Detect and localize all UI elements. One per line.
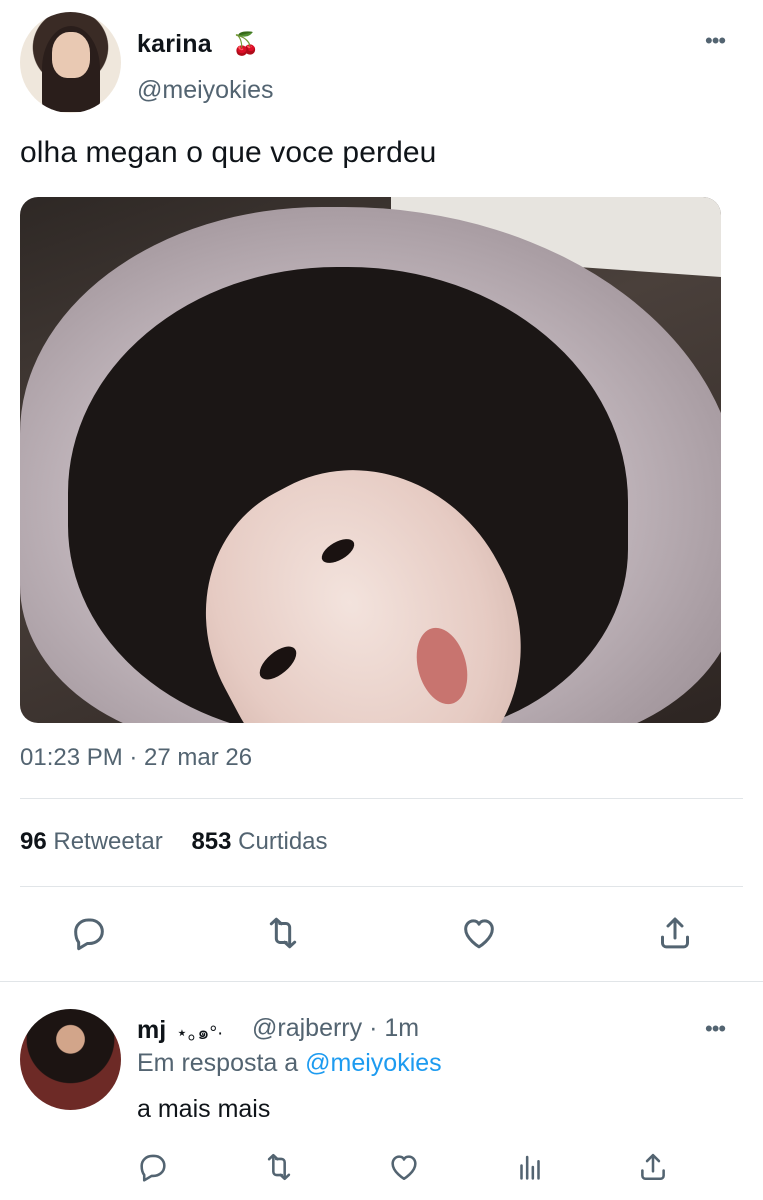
like-label[interactable]: Curtidas <box>238 828 327 855</box>
tweet-stats: 96 Retweetar 853 Curtidas <box>20 828 328 856</box>
reply-tweet[interactable]: mj ⋆｡๑°· @rajberry · 1m ••• Em resposta … <box>0 982 763 1200</box>
reply-button[interactable] <box>67 911 111 955</box>
tweet-photo[interactable] <box>20 197 721 723</box>
share-icon <box>641 1153 665 1181</box>
reply-author-avatar[interactable] <box>20 1009 121 1110</box>
tweet-text: olha megan o que voce perdeu <box>20 136 437 169</box>
more-options-icon[interactable]: ••• <box>705 28 726 54</box>
views-icon <box>520 1155 540 1180</box>
like-button[interactable] <box>457 911 501 955</box>
retweet-label[interactable]: Retweetar <box>53 828 162 855</box>
share-icon <box>661 917 689 949</box>
divider <box>20 886 743 887</box>
divider <box>20 798 743 799</box>
reply-context: Em resposta a @meiyokies <box>137 1049 442 1078</box>
reply-share-button[interactable] <box>631 1145 675 1189</box>
like-count[interactable]: 853 <box>191 828 231 855</box>
retweet-button[interactable] <box>261 911 305 955</box>
reply-like-button[interactable] <box>382 1145 426 1189</box>
author-handle[interactable]: @meiyokies <box>137 76 274 105</box>
retweet-count[interactable]: 96 <box>20 828 47 855</box>
author-avatar[interactable] <box>20 12 121 113</box>
retweet-icon <box>269 917 297 949</box>
reply-retweet-button[interactable] <box>257 1145 301 1189</box>
share-button[interactable] <box>653 911 697 955</box>
reply-views-button[interactable] <box>508 1145 552 1189</box>
retweet-icon <box>267 1153 291 1181</box>
reply-text: a mais mais <box>137 1095 271 1123</box>
reply-to-mention[interactable]: @meiyokies <box>305 1049 442 1077</box>
reply-icon <box>74 918 104 951</box>
reply-author-decoration: ⋆｡๑°· <box>176 1023 224 1044</box>
reply-reply-button[interactable] <box>131 1145 175 1189</box>
reply-author-name[interactable]: mj <box>137 1016 166 1045</box>
cherry-icon: 🍒 <box>232 31 260 56</box>
reply-handle-time[interactable]: @rajberry · 1m <box>252 1014 419 1043</box>
like-icon <box>391 1155 417 1181</box>
reply-to-prefix: Em resposta a <box>137 1049 299 1077</box>
reply-more-options-icon[interactable]: ••• <box>705 1016 726 1042</box>
author-name[interactable]: karina <box>137 30 212 59</box>
like-icon <box>464 919 494 949</box>
tweet-timestamp[interactable]: 01:23 PM · 27 mar 26 <box>20 744 252 772</box>
reply-icon <box>140 1154 166 1182</box>
